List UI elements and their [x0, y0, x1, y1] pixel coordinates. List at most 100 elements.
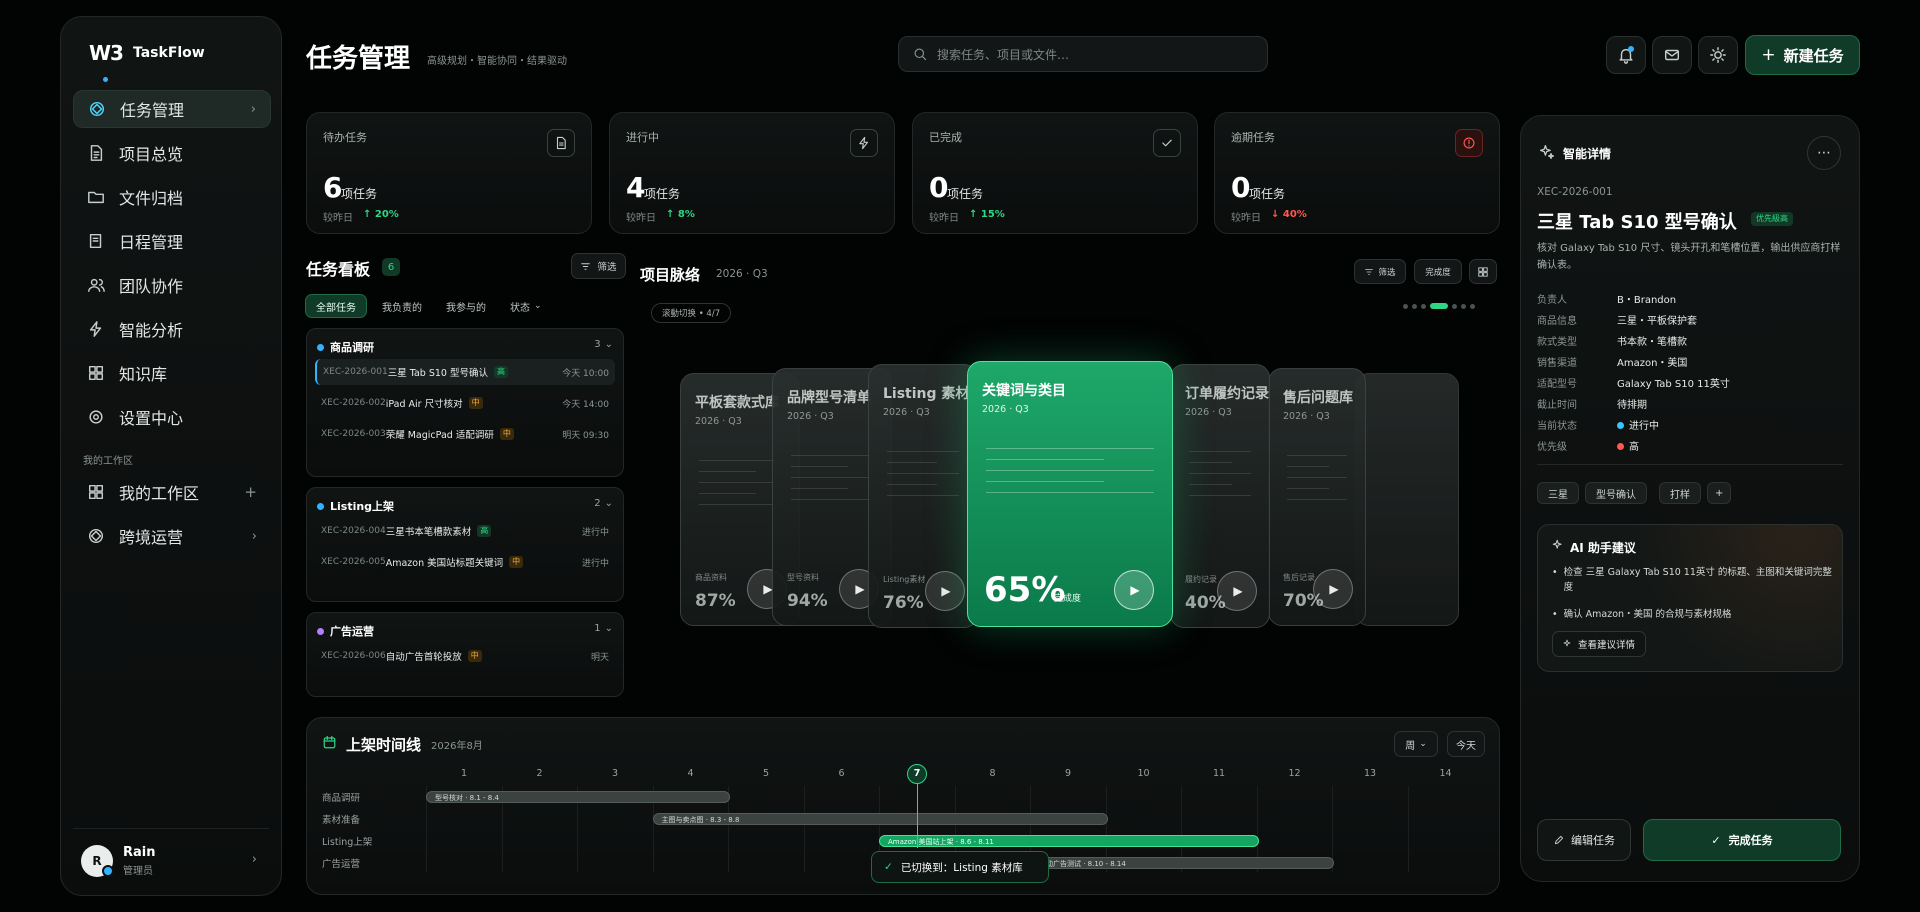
pulse-filter-button[interactable]: 筛选 [1354, 259, 1406, 284]
project-card[interactable]: 订单履约记录 2026 · Q3 履约记录 40% ▶ [1170, 364, 1270, 628]
view-suggestion-button[interactable]: 查看建议详情 [1552, 631, 1647, 657]
play-button[interactable]: ▶ [1217, 571, 1257, 611]
play-button[interactable]: ▶ [747, 569, 787, 609]
completion-sort-button[interactable]: 完成度 [1414, 259, 1462, 284]
timeline-day: 3 [611, 768, 619, 779]
task-row[interactable]: XEC-2026-001 三星 Tab S10 型号确认高 今天 10:00 [315, 359, 615, 385]
sidebar-item-schedule[interactable]: 日程管理 [73, 222, 271, 260]
task-row[interactable]: XEC-2026-005 Amazon 美国站标题关键词中 进行中 [315, 549, 615, 575]
pagination-dot[interactable] [1461, 303, 1466, 309]
sidebar-item-cross-border[interactable]: 跨境运营 › [73, 517, 271, 555]
card-content-lines [887, 451, 959, 506]
pagination-dot[interactable] [1430, 303, 1448, 309]
timeline-view-select[interactable]: 周 ⌄ [1394, 731, 1438, 757]
search-input[interactable]: 搜索任务、项目或文件… [898, 36, 1268, 72]
sidebar-item-team[interactable]: 团队协作 [73, 266, 271, 304]
project-card[interactable]: 平板套款式库 2026 · Q3 商品资料 87% ▶ [680, 373, 800, 626]
timeline-bar[interactable]: 自动广告测试 · 8.10 - 8.14 [1030, 857, 1334, 869]
check-icon [1153, 129, 1181, 157]
sidebar-item-files[interactable]: 文件归档 [73, 178, 271, 216]
plus-icon[interactable]: + [244, 483, 257, 501]
play-button[interactable]: ▶ [925, 571, 965, 611]
expand-button[interactable] [1469, 259, 1497, 284]
project-card[interactable] [1355, 373, 1459, 626]
project-card[interactable]: 品牌型号清单 2026 · Q3 型号资料 94% ▶ [772, 368, 892, 626]
sidebar-item-tasks[interactable]: 任务管理 › [73, 90, 271, 128]
project-card[interactable]: 关键词与类目 2026 · Q3 完成度 65% ▶ [967, 361, 1173, 627]
tag-chip[interactable]: 三星 [1537, 482, 1579, 504]
sidebar-item-my-workspace[interactable]: 我的工作区 + [73, 473, 271, 511]
chevron-down-icon: ⌄ [534, 301, 542, 311]
timeline-bar[interactable]: 型号核对 · 8.1 - 8.4 [426, 791, 730, 803]
complete-task-button[interactable]: ✓ 完成任务 [1643, 819, 1841, 861]
stat-card[interactable]: 已完成 0 项任务 较昨日 ↑ 15% [912, 112, 1198, 234]
priority-tag: 中 [509, 556, 524, 568]
group-header[interactable]: 商品调研 [317, 339, 374, 355]
chevron-down-icon[interactable]: ⌄ [605, 498, 613, 509]
board-filter-button[interactable]: 筛选 [571, 253, 626, 279]
timeline-bar[interactable]: Amazon 美国站上架 · 8.6 - 8.11 [879, 835, 1259, 847]
chevron-down-icon[interactable]: ⌄ [605, 339, 613, 350]
tag-chip[interactable]: 型号确认 [1585, 482, 1647, 504]
chevron-right-icon[interactable]: › [252, 852, 257, 867]
chevron-down-icon[interactable]: ⌄ [605, 623, 613, 634]
complete-label: 完成任务 [1728, 834, 1773, 847]
play-icon: ▶ [1329, 582, 1339, 596]
task-row[interactable]: XEC-2026-002 iPad Air 尺寸核对中 今天 14:00 [315, 390, 615, 416]
content-line [1189, 473, 1251, 474]
new-task-button[interactable]: + 新建任务 [1745, 35, 1860, 75]
today-button[interactable]: 今天 [1447, 731, 1485, 757]
user-profile[interactable]: R Rain 管理员 [81, 845, 156, 877]
project-card[interactable]: 售后问题库 2026 · Q3 售后记录 70% ▶ [1268, 368, 1366, 626]
add-tag-button[interactable]: + [1707, 482, 1732, 504]
mail-button[interactable] [1652, 36, 1692, 74]
pagination-dot[interactable] [1412, 303, 1417, 309]
content-line [887, 495, 959, 496]
sidebar-item-knowledge[interactable]: 知识库 [73, 354, 271, 392]
pagination-dot[interactable] [1470, 303, 1475, 309]
task-group: Listing上架 2 ⌄ XEC-2026-004 三星书本笔槽款素材高进行中 XEC-… [306, 487, 624, 602]
group-header[interactable]: Listing上架 [317, 498, 394, 514]
sparkle-icon [1563, 639, 1571, 647]
field-label: 销售渠道 [1537, 358, 1577, 369]
sidebar-item-projects[interactable]: 项目总览 [73, 134, 271, 172]
play-button[interactable]: ▶ [1313, 569, 1353, 609]
sidebar-item-analytics[interactable]: 智能分析 [73, 310, 271, 348]
play-button[interactable]: ▶ [839, 569, 879, 609]
content-line [791, 477, 873, 478]
stat-change: ↓ 40% [1271, 209, 1307, 220]
content-line [699, 482, 781, 483]
timeline-bar[interactable]: 主图与卖点图 · 8.3 - 8.8 [652, 813, 1108, 825]
group-name: 广告运营 [330, 625, 374, 638]
tab-status[interactable]: 状态 ⌄ [500, 294, 552, 318]
play-button[interactable]: ▶ [1114, 570, 1154, 610]
document-icon [90, 145, 103, 161]
task-row[interactable]: XEC-2026-004 三星书本笔槽款素材高 进行中 [315, 518, 615, 544]
task-row[interactable]: XEC-2026-006 自动广告首轮投放中 明天 [315, 643, 615, 669]
group-header[interactable]: 广告运营 [317, 623, 374, 639]
tab-my-owned[interactable]: 我负责的 [372, 294, 432, 318]
tab-my-participated[interactable]: 我参与的 [436, 294, 496, 318]
notification-button[interactable] [1606, 36, 1646, 74]
stat-card[interactable]: 逾期任务 0 项任务 较昨日 ↓ 40% [1214, 112, 1500, 234]
group-count: 1 ⌄ [594, 623, 613, 634]
stat-card[interactable]: 待办任务 6 项任务 较昨日 ↑ 20% [306, 112, 592, 234]
stat-card[interactable]: 进行中 4 项任务 较昨日 ↑ 8% [609, 112, 895, 234]
edit-task-button[interactable]: 编辑任务 [1537, 819, 1631, 861]
timeline-day: 13 [1363, 768, 1377, 779]
project-card[interactable]: Listing 素材库 2026 · Q3 Listing素材 76% ▶ [868, 364, 978, 628]
timeline-day: 7 [907, 764, 927, 784]
content-line [887, 473, 959, 474]
tab-all-tasks[interactable]: 全部任务 [305, 294, 367, 318]
play-icon: ▶ [941, 584, 951, 598]
card-content-lines [1189, 451, 1251, 506]
theme-button[interactable] [1698, 36, 1738, 74]
tag-chip[interactable]: 打样 [1659, 482, 1701, 504]
pagination-dot[interactable] [1421, 303, 1426, 309]
pagination-dot[interactable] [1452, 303, 1457, 309]
pagination-dot[interactable] [1403, 303, 1408, 309]
board-title: 任务看板 [306, 260, 371, 279]
task-row[interactable]: XEC-2026-003 荣耀 MagicPad 适配调研中 明天 09:30 [315, 421, 615, 447]
sidebar-item-settings[interactable]: 设置中心 [73, 398, 271, 436]
more-options-button[interactable]: ⋯ [1807, 136, 1841, 170]
